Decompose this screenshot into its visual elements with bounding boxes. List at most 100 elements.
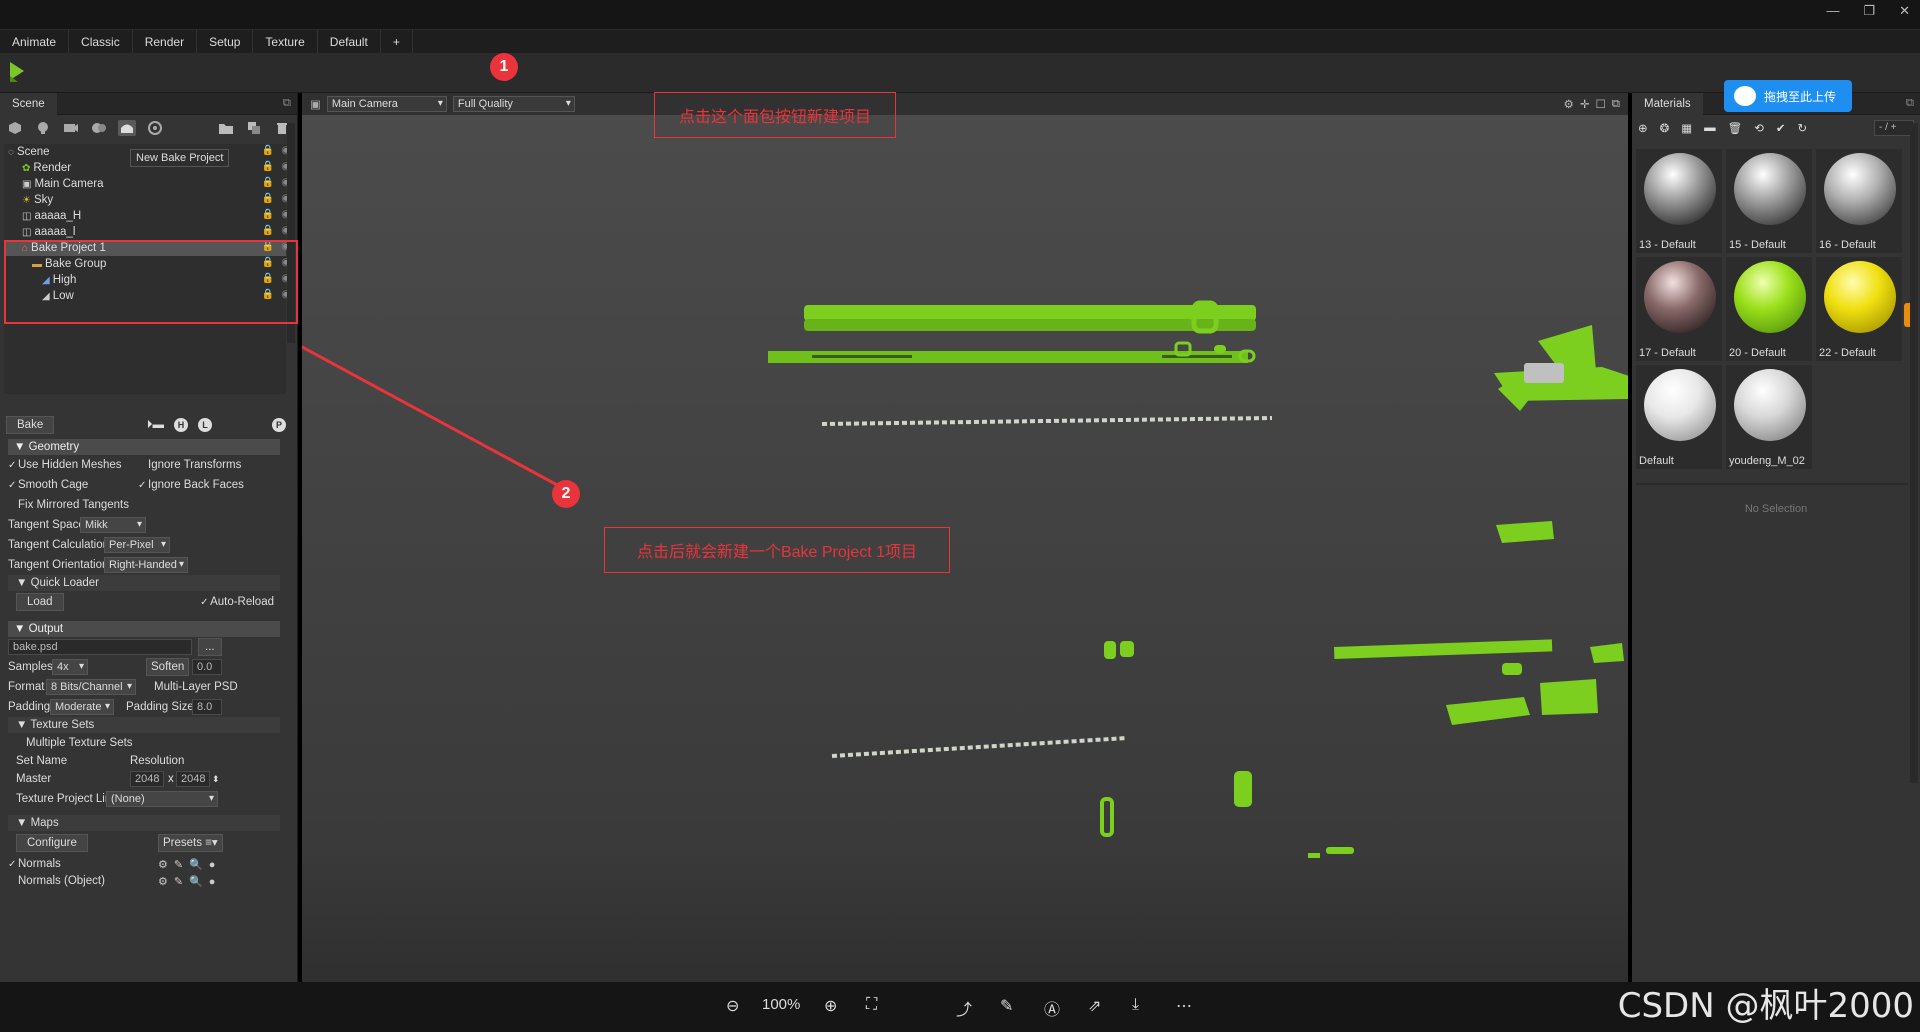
material-swatch[interactable]: 22 - Default [1816, 257, 1902, 361]
normals-object-checkbox[interactable]: Normals (Object) [8, 875, 105, 887]
tree-item[interactable]: ◫ aaaaa_l 🔒 ◉ [4, 224, 290, 240]
zoom-out-icon[interactable]: ⊖ [726, 996, 739, 1016]
popout-icon[interactable]: ⧉ [283, 97, 291, 110]
menu-tab[interactable]: + [381, 30, 413, 54]
menu-tab[interactable]: Render [133, 30, 198, 54]
padding-size-input[interactable]: 8.0 [192, 699, 222, 715]
normals-checkbox[interactable]: ✓ Normals [8, 858, 61, 870]
refresh-icon[interactable]: ↻ [1798, 121, 1808, 135]
material-swatch[interactable]: 17 - Default [1636, 257, 1722, 361]
presets-button[interactable]: Presets ≡▾ [158, 834, 223, 852]
tangent-calc-dropdown[interactable]: Per-Pixel [104, 537, 170, 553]
add-material-icon[interactable]: ⊕ [1638, 121, 1648, 135]
download-icon[interactable]: ⤓ [1132, 996, 1139, 1014]
camera-bake-icon[interactable]: ⏵▬ [147, 419, 164, 432]
tree-item[interactable]: ▣ Main Camera 🔒 ◉ [4, 176, 290, 192]
texture-link-dropdown[interactable]: (None) [106, 791, 218, 807]
tab-materials[interactable]: Materials [1632, 92, 1703, 115]
properties-icon[interactable]: P [272, 418, 286, 432]
material-swatch[interactable]: 13 - Default [1636, 149, 1722, 253]
multi-layer-checkbox[interactable]: Multi-Layer PSD [144, 681, 238, 693]
texture-sets-section[interactable]: ▼ Texture Sets [8, 717, 280, 733]
map-tools-icon[interactable]: ⚙✎🔍● [158, 875, 221, 888]
format-dropdown[interactable]: 8 Bits/Channel [46, 679, 136, 695]
more-icon[interactable]: ⋯ [1176, 996, 1192, 1016]
lock-icon[interactable]: 🔒 [262, 225, 274, 236]
lock-icon[interactable]: 🔒 [262, 177, 274, 188]
load-button[interactable]: Load [16, 593, 64, 611]
multiple-sets-checkbox[interactable]: Multiple Texture Sets [16, 737, 133, 749]
menu-tab[interactable]: Setup [197, 30, 254, 54]
tree-item[interactable]: ◫ aaaaa_H 🔒 ◉ [4, 208, 290, 224]
padding-dropdown[interactable]: Moderate [50, 699, 114, 715]
ignore-back-faces-checkbox[interactable]: ✓ Ignore Back Faces [138, 479, 244, 491]
checker-icon[interactable]: ▦ [1681, 121, 1692, 135]
quick-loader-section[interactable]: ▼ Quick Loader [8, 575, 280, 591]
tangent-space-dropdown[interactable]: Mikk [80, 517, 146, 533]
text-extract-icon[interactable]: Ⓐ [1044, 996, 1060, 1020]
restore-icon[interactable]: ❐ [1863, 3, 1875, 19]
trash-icon[interactable]: 🗑 [1728, 121, 1743, 135]
geometry-section[interactable]: ▼ Geometry [8, 439, 280, 455]
high-icon[interactable]: H [174, 418, 188, 432]
lock-icon[interactable]: 🔒 [262, 193, 274, 204]
map-tools-icon[interactable]: ⚙✎🔍● [158, 858, 221, 871]
menu-tab[interactable]: Classic [69, 30, 133, 54]
camera-icon[interactable] [62, 120, 80, 136]
edit-icon[interactable]: ✎ [1000, 996, 1013, 1016]
samples-dropdown[interactable]: 4x [52, 659, 88, 675]
material-swatch[interactable]: 15 - Default [1726, 149, 1812, 253]
soften-input[interactable]: 0.0 [192, 659, 222, 675]
low-icon[interactable]: L [198, 418, 212, 432]
popout-icon[interactable]: ⧉ [1906, 97, 1914, 110]
material-swatch[interactable]: youdeng_M_02 [1726, 365, 1812, 469]
output-file-input[interactable]: bake.psd [8, 639, 192, 655]
ignore-transforms-checkbox[interactable]: Ignore Transforms [138, 459, 241, 471]
auto-reload-checkbox[interactable]: ✓ Auto-Reload [200, 596, 274, 608]
folder-icon[interactable]: ▬ [1704, 122, 1716, 134]
menu-tab[interactable]: Animate [0, 30, 70, 54]
zoom-in-icon[interactable]: ⊕ [824, 996, 837, 1016]
viewport[interactable]: ▣ Main Camera Full Quality ⚙ ✛ ☐ ⧉ [302, 93, 1628, 982]
play-icon[interactable] [8, 60, 26, 82]
assign-icon[interactable]: ⟲ [1754, 121, 1764, 135]
bake-button[interactable]: Bake [6, 416, 55, 434]
tangent-orient-dropdown[interactable]: Right-Handed [104, 557, 188, 573]
browse-button[interactable]: ... [198, 638, 222, 656]
material-swatch[interactable]: 16 - Default [1816, 149, 1902, 253]
material-swatch[interactable]: 20 - Default [1726, 257, 1812, 361]
close-icon[interactable]: ✕ [1899, 3, 1910, 19]
check-icon[interactable]: ✔ [1776, 121, 1786, 135]
light-icon[interactable] [34, 120, 52, 136]
menu-tab[interactable]: Texture [253, 30, 318, 54]
folder-icon[interactable] [217, 120, 235, 136]
output-section[interactable]: ▼ Output [8, 621, 280, 637]
resolution-stepper-icon[interactable]: ⬍ [212, 774, 220, 785]
menu-tab[interactable]: Default [318, 30, 381, 54]
fit-screen-icon[interactable]: ⛶ [866, 996, 877, 1014]
duplicate-icon[interactable] [245, 120, 263, 136]
maps-section[interactable]: ▼ Maps [8, 815, 280, 831]
material-swatch[interactable]: Default [1636, 365, 1722, 469]
check-icon[interactable]: ✓ [8, 460, 18, 471]
resolution-width-input[interactable]: 2048 [130, 771, 164, 787]
mesh-icon[interactable] [6, 120, 24, 136]
group-icon[interactable] [90, 120, 108, 136]
resolution-height-input[interactable]: 2048 [176, 771, 210, 787]
lock-icon[interactable]: 🔒 [262, 209, 274, 220]
check-icon[interactable]: ✓ [8, 480, 18, 491]
share-icon[interactable]: ⇗ [1088, 996, 1101, 1016]
upload-button[interactable]: 拖拽至此上传 [1724, 80, 1852, 112]
duplicate-icon[interactable]: ❂ [1660, 121, 1670, 135]
tab-scene[interactable]: Scene [0, 92, 57, 115]
bake-project-icon[interactable] [118, 120, 136, 136]
tree-item[interactable]: ☀ Sky 🔒 ◉ [4, 192, 290, 208]
rotate-icon[interactable]: ⤴ [956, 996, 972, 1020]
lock-icon[interactable]: 🔒 [262, 161, 274, 172]
lock-icon[interactable]: 🔒 [262, 145, 274, 156]
page-counter[interactable]: - / + [1874, 120, 1914, 136]
minimize-icon[interactable]: — [1826, 3, 1839, 19]
configure-button[interactable]: Configure [16, 834, 88, 852]
render-icon[interactable] [146, 120, 164, 136]
materials-scrollbar[interactable] [1910, 123, 1918, 783]
